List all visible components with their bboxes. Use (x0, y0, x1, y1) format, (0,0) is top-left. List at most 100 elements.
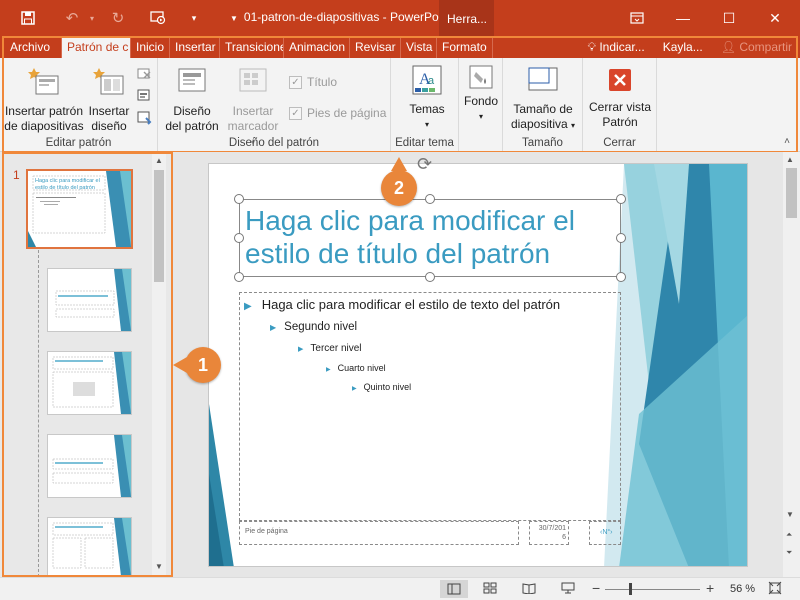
slideshow-view-icon[interactable] (561, 582, 575, 597)
themes-button[interactable]: Aa Temas ▾ (401, 64, 453, 132)
reading-view-icon[interactable] (522, 582, 536, 597)
title-placeholder[interactable]: Haga clic para modificar el estilo de tí… (239, 199, 621, 277)
previous-slide-icon[interactable]: ⏶ (786, 530, 792, 540)
share-button[interactable]: 👤︎ Compartir (720, 40, 792, 55)
layout-thumbnail[interactable] (47, 517, 132, 577)
tab-insertar[interactable]: Insertar (170, 36, 220, 58)
text-level-1[interactable]: ▶ Haga clic para modificar el estilo de t… (244, 297, 560, 312)
layout-thumbnail-graphic (52, 518, 131, 576)
zoom-slider[interactable] (605, 583, 700, 595)
fit-to-window-icon[interactable] (768, 581, 782, 598)
undo-dropdown-icon[interactable]: ▾ (86, 0, 98, 36)
ribbon-display-options-icon[interactable] (614, 0, 660, 36)
minimize-button[interactable]: — (660, 0, 706, 36)
start-slideshow-icon[interactable] (144, 0, 172, 36)
resize-handle[interactable] (234, 233, 244, 243)
resize-handle[interactable] (616, 233, 626, 243)
tab-formato[interactable]: Formato (437, 36, 493, 58)
scroll-up-icon[interactable]: ▲ (152, 154, 166, 168)
delete-icon[interactable] (136, 66, 152, 82)
close-button[interactable]: ✕ (752, 0, 798, 36)
layout-thumbnail-graphic (52, 352, 131, 414)
thumbnails-scrollbar[interactable]: ▲ ▼ (152, 152, 166, 577)
slide-title[interactable]: Haga clic para modificar el estilo de tí… (245, 204, 615, 270)
callout-marker-1-pointer (173, 357, 187, 373)
normal-view-icon[interactable] (440, 580, 468, 598)
title-checkbox[interactable]: ✓ Título (289, 75, 337, 89)
group-master-layout: Diseño del patrón Insertar marcador ▾ ✓ … (158, 58, 391, 152)
text-level-4[interactable]: ▶ Cuarto nivel (326, 363, 386, 373)
tab-revisar[interactable]: Revisar (350, 36, 401, 58)
close-master-label-1: Cerrar vista (588, 100, 651, 114)
contextual-tab-label[interactable]: Herra... (439, 0, 494, 36)
scrollbar-thumb[interactable] (154, 170, 164, 282)
tab-inicio[interactable]: Inicio (131, 36, 170, 58)
group-close: Cerrar vista Patrón Cerrar (583, 58, 657, 152)
zoom-slider-thumb[interactable] (629, 583, 632, 595)
content-placeholder[interactable]: ▶ Haga clic para modificar el estilo de t… (239, 292, 621, 521)
layout-thumbnail[interactable] (47, 351, 132, 415)
resize-handle[interactable] (425, 272, 435, 282)
text-level-5[interactable]: ▶ Quinto nivel (352, 382, 411, 392)
slide-editing-area[interactable]: Haga clic para modificar el estilo de tí… (173, 152, 799, 577)
group-close-label: Cerrar (603, 137, 636, 149)
tab-patron-de-diapositivas[interactable]: Patrón de c (62, 36, 131, 58)
text-level-3[interactable]: ▶ Tercer nivel (298, 343, 362, 354)
layout-thumbnail[interactable] (47, 434, 132, 498)
close-master-view-button[interactable]: Cerrar vista Patrón (585, 68, 655, 130)
layout-thumbnail[interactable] (47, 268, 132, 332)
close-master-view-icon (608, 68, 632, 92)
customize-toolbar-icon[interactable]: ▾ (180, 0, 208, 36)
next-slide-icon[interactable]: ⏷ (786, 548, 792, 558)
tab-archivo[interactable]: Archivo (5, 36, 62, 58)
footer-placeholder[interactable]: Pie de página (239, 521, 519, 545)
insert-slide-master-button[interactable]: Insertar patrón de diapositivas (4, 66, 84, 134)
slide-thumbnails-pane[interactable]: 1 Haga clic para modificar el estilo de … (0, 152, 171, 577)
date-placeholder[interactable]: 30/7/201 6 (529, 521, 569, 545)
text-level-1-label: Haga clic para modificar el estilo de te… (261, 297, 561, 312)
slide-number-placeholder[interactable]: ‹N°› (589, 521, 621, 545)
resize-handle[interactable] (425, 194, 435, 204)
scroll-down-icon[interactable]: ▼ (152, 560, 166, 574)
group-edit-master-label: Editar patrón (45, 137, 112, 149)
slide-size-button[interactable]: Tamaño de diapositiva ▾ (507, 64, 579, 133)
callout-marker-2-pointer (391, 157, 407, 171)
zoom-level[interactable]: 56 % (730, 583, 755, 595)
resize-handle[interactable] (616, 272, 626, 282)
user-name[interactable]: Kayla... (663, 40, 703, 55)
resize-handle[interactable] (234, 194, 244, 204)
slide-canvas[interactable]: Haga clic para modificar el estilo de tí… (208, 163, 748, 567)
tab-vista[interactable]: Vista (401, 36, 437, 58)
scroll-down-icon[interactable]: ▼ (786, 510, 794, 519)
footers-checkbox[interactable]: ✓ Pies de página (289, 106, 386, 120)
save-icon[interactable] (14, 0, 42, 36)
zoom-in-button[interactable]: + (706, 580, 714, 596)
preserve-icon[interactable] (136, 110, 152, 126)
text-level-2[interactable]: ▶ Segundo nivel (270, 321, 357, 333)
resize-handle[interactable] (616, 194, 626, 204)
background-button[interactable]: Fondo ▾ (461, 64, 501, 124)
scroll-up-icon[interactable]: ▲ (786, 155, 794, 164)
slide-sorter-icon[interactable] (483, 582, 497, 597)
resize-handle[interactable] (234, 272, 244, 282)
slide-master-thumbnail[interactable]: Haga clic para modificar el estilo de tí… (26, 169, 133, 249)
footers-checkbox-box[interactable]: ✓ (289, 106, 302, 120)
maximize-button[interactable]: ☐ (706, 0, 752, 36)
collapse-ribbon-icon[interactable]: ˄ (784, 136, 790, 147)
insert-layout-button[interactable]: Insertar diseño (86, 66, 132, 134)
rotate-handle-icon[interactable]: ⟳ (417, 154, 432, 175)
master-layout-button[interactable]: Diseño del patrón (164, 66, 220, 134)
main-scrollbar[interactable]: ▲ ▼ ⏶ ⏷ (783, 152, 800, 577)
title-checkbox-box[interactable]: ✓ (289, 75, 302, 89)
tell-me[interactable]: 💡︎ Indicar... (588, 40, 645, 55)
insert-layout-icon (91, 66, 127, 100)
rename-icon[interactable] (136, 88, 152, 104)
tab-animaciones[interactable]: Animacion (284, 36, 350, 58)
undo-icon[interactable]: ↶ (58, 0, 86, 36)
scrollbar-thumb[interactable] (786, 168, 797, 218)
bullet-arrow-icon: ▶ (244, 301, 252, 312)
title-checkbox-label: Título (307, 75, 338, 89)
redo-icon[interactable]: ↻ (104, 0, 132, 36)
zoom-out-button[interactable]: − (592, 580, 600, 596)
tab-transiciones[interactable]: Transicione (220, 36, 284, 58)
